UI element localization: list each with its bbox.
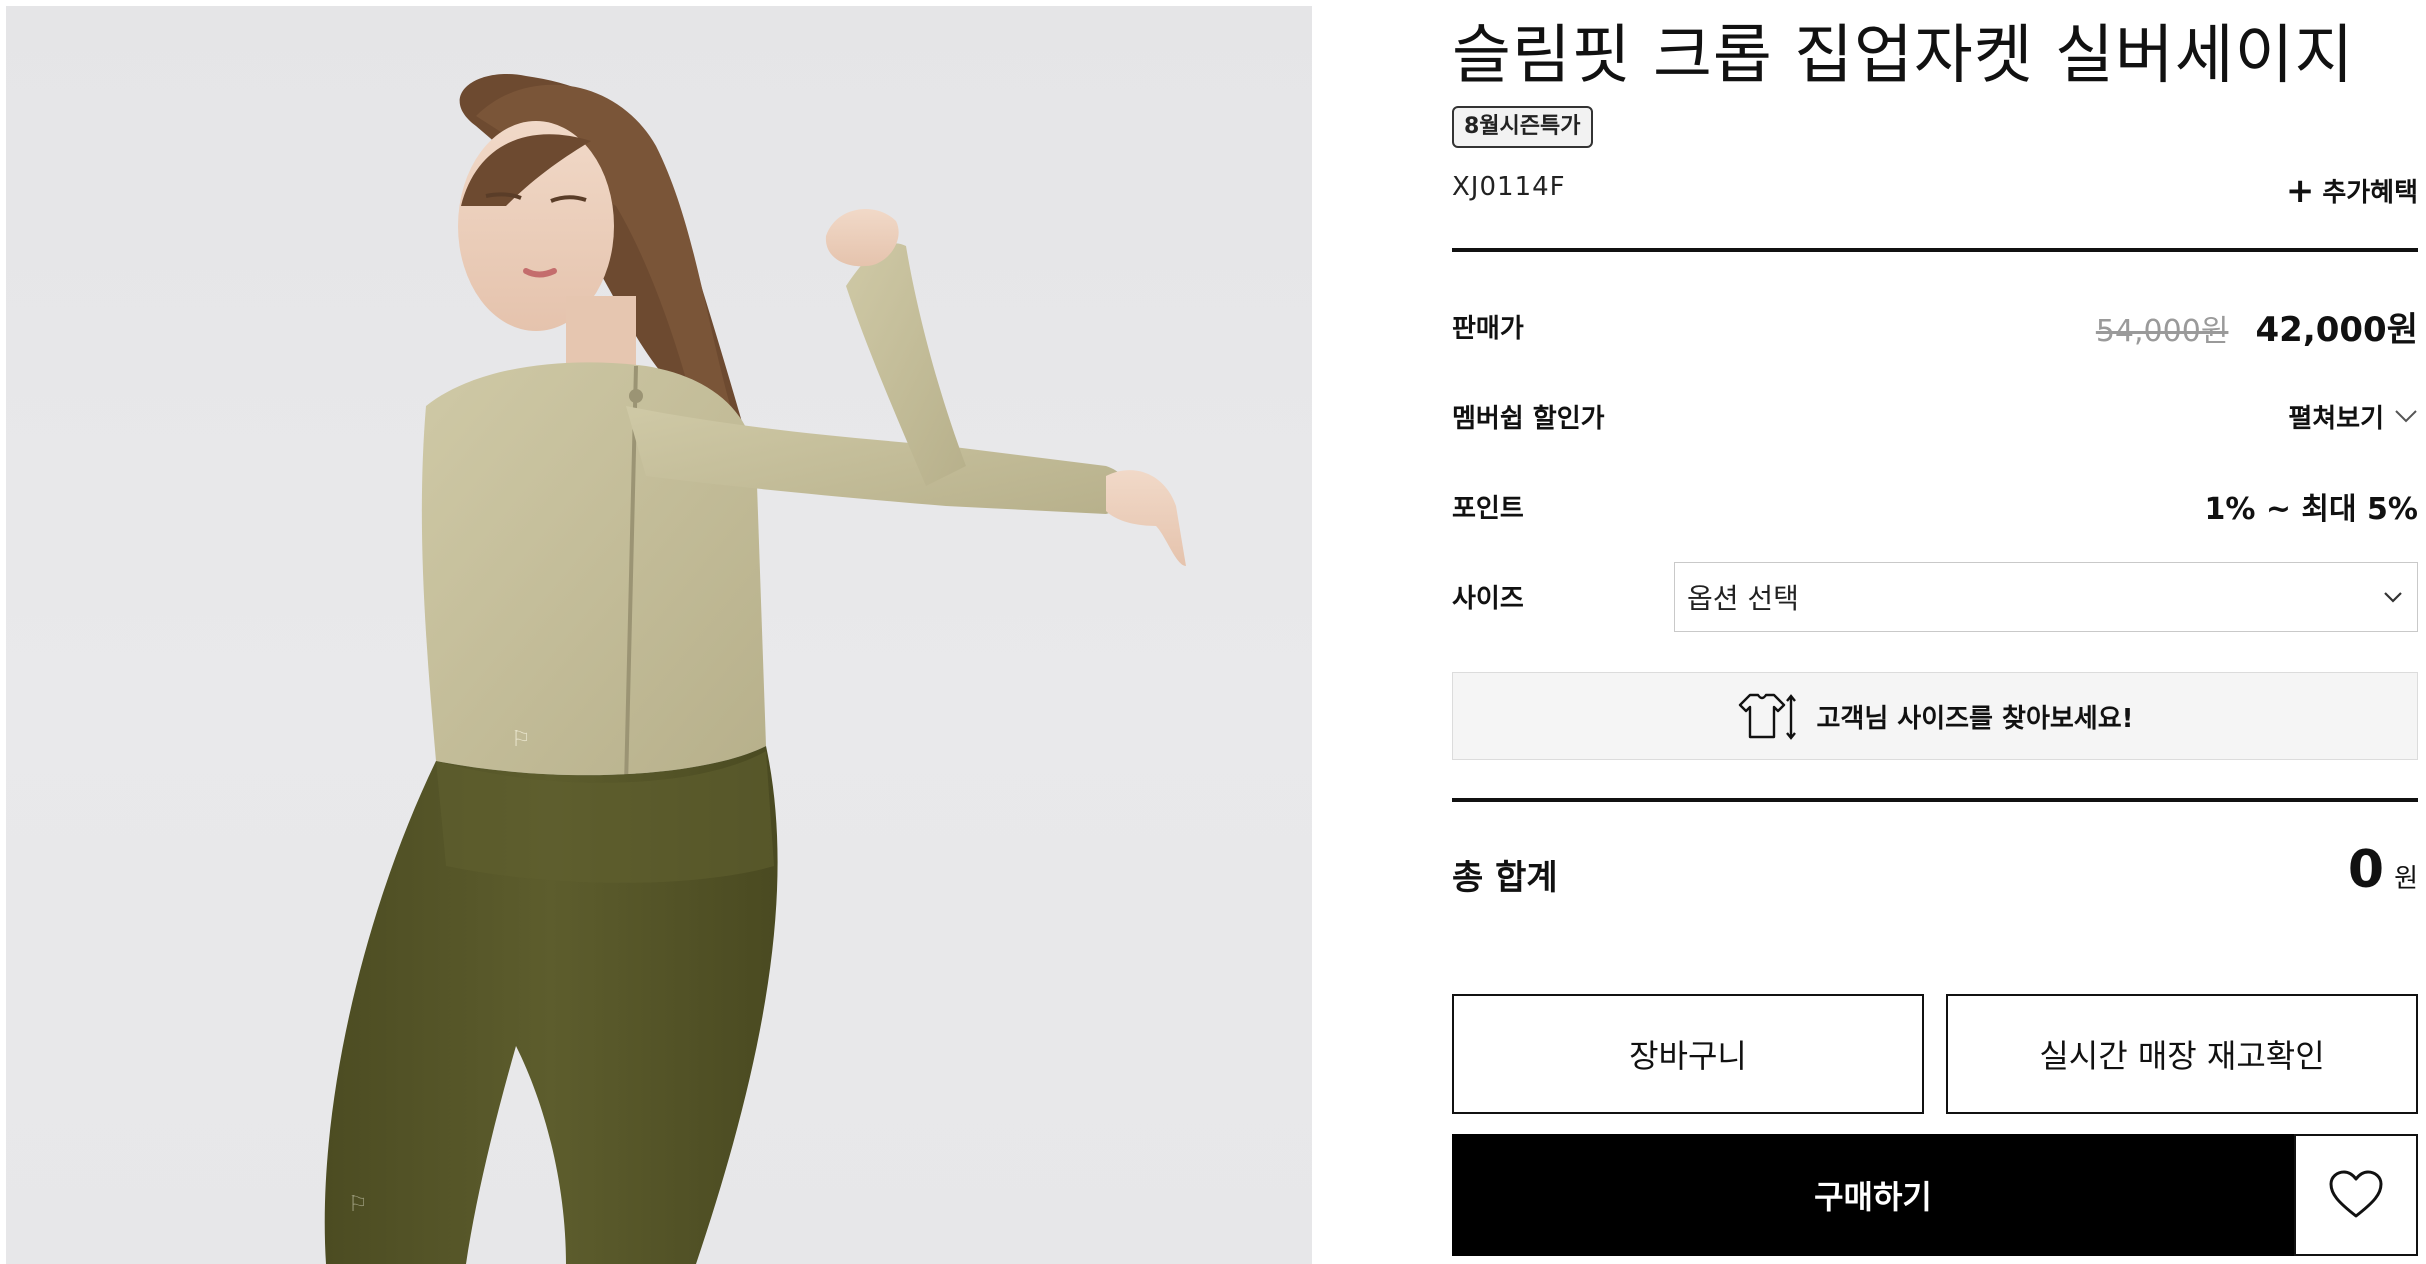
product-title: 슬림핏 크롭 집업자켓 실버세이지 [1452,19,2355,93]
tshirt-size-icon [1739,693,1797,740]
season-sale-badge: 8월시즌특가 [1452,106,1593,148]
model-illustration: ⚐ ⚐ [324,74,1186,1264]
size-label: 사이즈 [1452,584,1524,614]
heart-icon [2329,1170,2383,1218]
member-expand-toggle[interactable]: 펼쳐보기 [2288,398,2418,435]
price-values: 54,000원 42,000원 [2096,302,2418,351]
total-value: 0 [2347,840,2385,900]
product-image: ⚐ ⚐ [6,6,1312,1264]
svg-text:⚐: ⚐ [511,727,531,752]
chevron-down-icon [2384,592,2402,603]
sale-price: 42,000원 [2255,309,2418,350]
point-row: 포인트 1% ~ 최대 5% [1452,482,2418,530]
price-row: 판매가 54,000원 42,000원 [1452,302,2418,350]
product-code: XJ0114F [1452,172,1566,202]
total-amount: 0 원 [2348,842,2418,898]
product-info-panel: 슬림핏 크롭 집업자켓 실버세이지 8월시즌특가 XJ0114F + 추가혜택 … [1452,0,2418,1264]
size-finder-label: 고객님 사이즈를 찾아보세요! [1816,703,2134,734]
size-select[interactable]: 옵션 선택 [1674,562,2418,632]
member-price-row: 멤버쉽 할인가 펼쳐보기 [1452,392,2418,440]
total-unit: 원 [2394,864,2418,894]
size-finder-button[interactable]: 고객님 사이즈를 찾아보세요! [1452,672,2418,760]
point-label: 포인트 [1452,493,1524,524]
plus-icon: + [2285,170,2315,211]
svg-text:⚐: ⚐ [348,1192,368,1217]
price-label: 판매가 [1452,313,1524,344]
divider [1452,248,2418,252]
member-price-label: 멤버쉽 할인가 [1452,403,1605,434]
point-value: 1% ~ 최대 5% [2204,492,2418,527]
member-expand-label: 펼쳐보기 [2288,403,2384,434]
wishlist-button[interactable] [2294,1134,2418,1256]
add-to-cart-button[interactable]: 장바구니 [1452,994,1924,1114]
buy-now-button[interactable]: 구매하기 [1452,1134,2294,1256]
size-select-value: 옵션 선택 [1687,582,1799,615]
extra-benefit-label: 추가혜택 [2322,178,2418,208]
chevron-down-icon [2395,410,2417,423]
store-stock-check-button[interactable]: 실시간 매장 재고확인 [1946,994,2418,1114]
total-label: 총 합계 [1452,858,1558,898]
divider [1452,798,2418,802]
extra-benefit-link[interactable]: + 추가혜택 [2286,172,2418,209]
original-price: 54,000원 [2095,313,2229,349]
